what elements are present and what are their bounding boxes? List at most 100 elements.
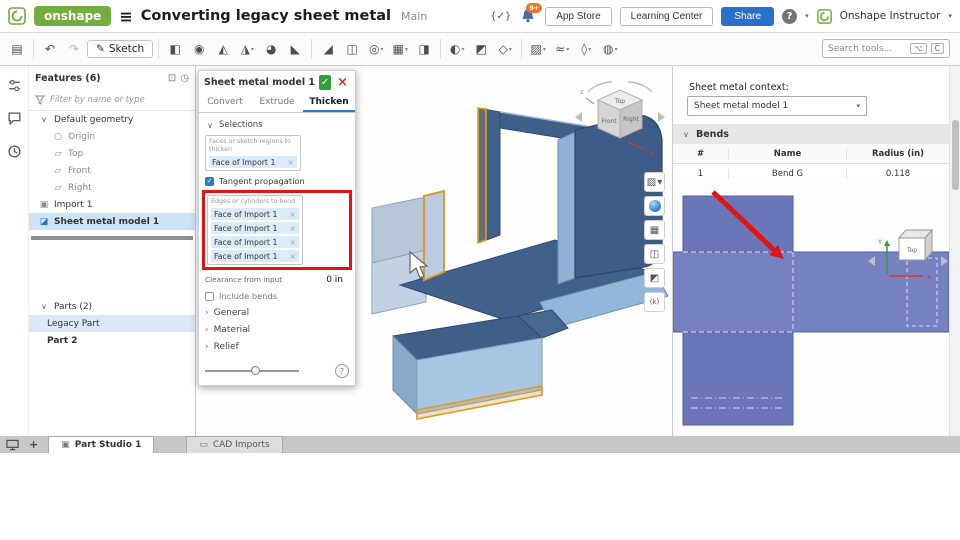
relief-section[interactable]: › Relief (205, 338, 349, 355)
redo-icon[interactable]: ↷ (63, 38, 85, 60)
tab-thicken[interactable]: Thicken (303, 93, 355, 112)
history-icon[interactable] (7, 144, 22, 159)
tool-transform-icon[interactable]: ◇▾ (494, 38, 516, 60)
bends-section-header[interactable]: ∨ Bends (673, 124, 949, 144)
clearance-input[interactable]: 0 in (326, 275, 349, 285)
tool-boolean-icon[interactable]: ◐▾ (446, 38, 468, 60)
keyboard-shortcuts-icon[interactable]: (k) (644, 292, 665, 312)
tool-sweep-icon[interactable]: ◭ (212, 38, 234, 60)
tangent-propagation-row[interactable]: ✓ Tangent propagation (205, 173, 349, 189)
scrollbar-thumb[interactable] (952, 120, 959, 190)
rotate-left-arrow-icon[interactable] (575, 112, 582, 122)
view-cube[interactable]: Top Front Right z x (568, 76, 672, 166)
panel-window-icon[interactable]: ⊡ (168, 73, 176, 84)
table-row[interactable]: 1 Bend G 0.118 (673, 164, 949, 184)
rollback-clock-icon[interactable]: ◷ (180, 73, 189, 84)
remove-selection-icon[interactable]: × (289, 252, 296, 261)
checkbox-unchecked-icon[interactable] (205, 292, 214, 301)
viewcube-right-label[interactable]: Right (623, 116, 639, 123)
featurescript-icon[interactable]: {✓} (490, 11, 511, 22)
face-selection-chip[interactable]: Face of Import 1 × (209, 156, 297, 168)
tool-hole-icon[interactable]: ◎▾ (365, 38, 387, 60)
viewcube-front-label[interactable]: Front (601, 118, 617, 125)
include-bends-row[interactable]: Include bends (205, 288, 349, 304)
rotate-right-arrow-icon[interactable] (658, 112, 665, 122)
context-dropdown[interactable]: Sheet metal model 1 ▾ (687, 96, 867, 116)
dialog-help-icon[interactable]: ? (335, 364, 349, 378)
named-views-icon[interactable]: ▦ (644, 220, 665, 240)
flat-viewcube-top-label[interactable]: Top (906, 247, 917, 254)
edge-selection-chip[interactable]: Face of Import 1 × (211, 222, 299, 234)
tool-measure-icon[interactable]: ◊▾ (575, 38, 597, 60)
app-store-button[interactable]: App Store (545, 7, 611, 26)
flat-pattern-view[interactable]: Top Y x (673, 182, 949, 436)
onshape-wordmark[interactable]: onshape (34, 6, 111, 26)
tool-shell-icon[interactable]: ◫ (341, 38, 363, 60)
comments-icon[interactable] (7, 111, 22, 126)
tool-appearance-icon[interactable]: ◍▾ (599, 38, 621, 60)
notifications-bell[interactable]: 9+ (519, 7, 537, 25)
remove-selection-icon[interactable]: × (289, 238, 296, 247)
viewcube-top-label[interactable]: Top (614, 98, 625, 105)
tool-surface-icon[interactable]: ▨▾ (527, 38, 549, 60)
add-tab-button[interactable]: + (25, 436, 42, 453)
tree-item-right-plane[interactable]: ▱ Right (29, 179, 195, 196)
cancel-button[interactable]: × (335, 75, 350, 90)
remove-selection-icon[interactable]: × (289, 210, 296, 219)
tab-extrude[interactable]: Extrude (251, 93, 303, 112)
edge-selection-chip[interactable]: Face of Import 1 × (211, 250, 299, 262)
material-section[interactable]: › Material (205, 321, 349, 338)
tool-linear-pattern-icon[interactable]: ▦▾ (389, 38, 411, 60)
tool-chamfer-icon[interactable]: ◣ (284, 38, 306, 60)
panel-layout-icon[interactable]: ▤ (6, 38, 28, 60)
tab-part-studio-1[interactable]: ▣ Part Studio 1 (48, 436, 154, 453)
flat-pattern-drawing[interactable]: Top Y x (673, 182, 949, 436)
help-icon[interactable]: ? (782, 9, 797, 24)
tool-split-icon[interactable]: ◩ (470, 38, 492, 60)
sketch-button[interactable]: ✎ Sketch (87, 40, 153, 58)
tool-extrude-icon[interactable]: ◧ (164, 38, 186, 60)
remove-selection-icon[interactable]: × (289, 224, 296, 233)
exploded-view-icon[interactable]: ◩ (644, 268, 665, 288)
chevron-down-icon[interactable]: ∨ (39, 302, 49, 311)
edge-selection-chip[interactable]: Face of Import 1 × (211, 208, 299, 220)
tree-item-origin[interactable]: ○ Origin (29, 128, 195, 145)
general-section[interactable]: › General (205, 304, 349, 321)
workspace-name[interactable]: Main (401, 10, 427, 23)
configurations-icon[interactable] (7, 78, 22, 93)
slider-knob[interactable] (251, 366, 260, 375)
panel-scrollbar[interactable] (949, 66, 960, 436)
checkbox-checked-icon[interactable]: ✓ (205, 177, 214, 186)
tool-fillet-icon[interactable]: ◕ (260, 38, 282, 60)
remove-selection-icon[interactable]: × (287, 158, 294, 167)
tool-draft-icon[interactable]: ◢ (317, 38, 339, 60)
tree-group-default-geometry[interactable]: ∨ Default geometry (29, 111, 195, 128)
tree-item-import-1[interactable]: ▣ Import 1 (29, 196, 195, 213)
tool-curve-icon[interactable]: ≈▾ (551, 38, 573, 60)
undo-icon[interactable]: ↶ (39, 38, 61, 60)
tab-cad-imports[interactable]: ▭ CAD Imports (186, 436, 282, 453)
faces-selection-box[interactable]: Faces or sketch regions to thicken Face … (205, 135, 301, 171)
edges-selection-box[interactable]: Edges or cylinders to bend Face of Impor… (207, 195, 303, 265)
tree-item-front-plane[interactable]: ▱ Front (29, 162, 195, 179)
rollback-bar[interactable] (31, 236, 193, 240)
share-button[interactable]: Share (721, 7, 774, 26)
tree-item-part-2[interactable]: Part 2 (29, 332, 195, 349)
edge-selection-chip[interactable]: Face of Import 1 × (211, 236, 299, 248)
follow-mode-icon[interactable] (6, 436, 19, 453)
tree-item-sheet-metal-model[interactable]: ◪ Sheet metal model 1 (29, 213, 195, 230)
feature-filter-input[interactable]: Filter by name or type (29, 90, 195, 111)
tool-mirror-icon[interactable]: ◨ (413, 38, 435, 60)
render-quality-icon[interactable] (644, 196, 665, 216)
display-mode-icon[interactable]: ▨▾ (644, 172, 665, 192)
accept-button[interactable]: ✓ (319, 75, 331, 90)
section-view-icon[interactable]: ◫ (644, 244, 665, 264)
preview-slider[interactable] (205, 370, 299, 372)
help-caret-icon[interactable]: ▾ (805, 12, 809, 20)
account-caret-icon[interactable]: ▾ (948, 12, 952, 20)
main-menu-icon[interactable]: ≡ (119, 7, 132, 26)
onshape-logo-icon[interactable] (8, 7, 26, 25)
account-menu[interactable]: Onshape Instructor (840, 10, 941, 22)
tree-item-top-plane[interactable]: ▱ Top (29, 145, 195, 162)
tool-loft-icon[interactable]: ◮▾ (236, 38, 258, 60)
